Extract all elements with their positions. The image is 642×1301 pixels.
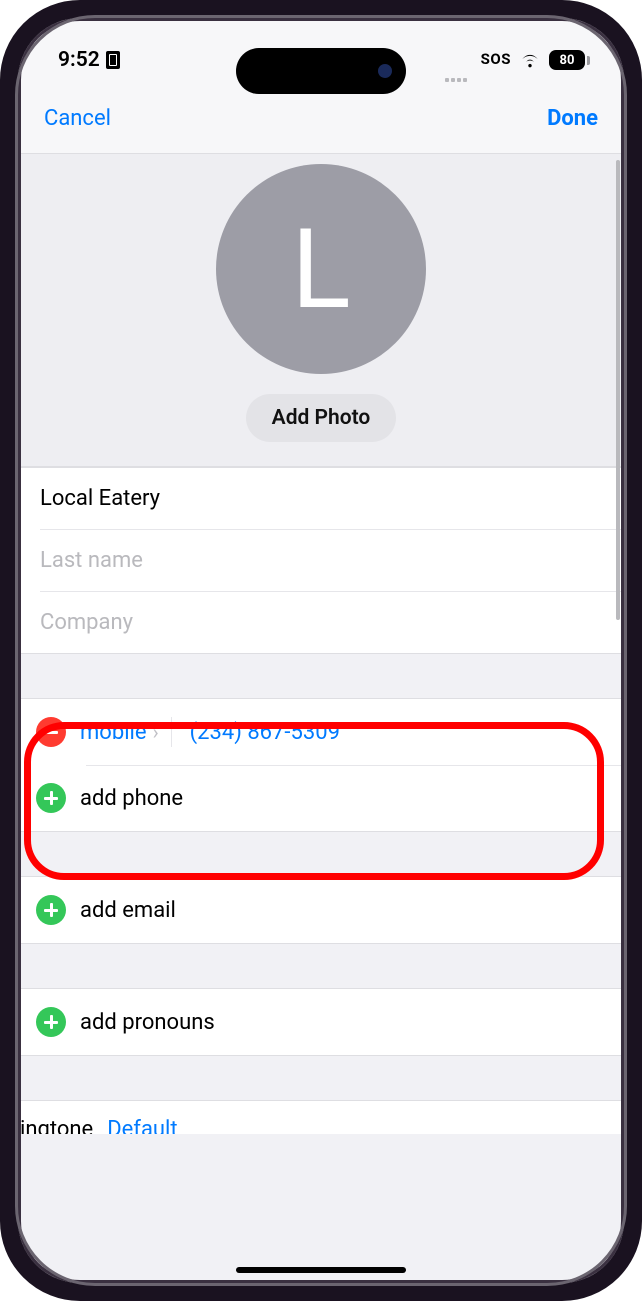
scroll-indicator[interactable] bbox=[616, 160, 620, 620]
screen: 9:52 SOS 80 Cancel Done L bbox=[18, 18, 624, 1283]
remove-icon[interactable] bbox=[36, 717, 66, 747]
battery-level: 80 bbox=[549, 50, 585, 70]
volume-switch bbox=[0, 210, 2, 250]
add-phone-label: add phone bbox=[80, 786, 183, 811]
first-name-field[interactable]: Local Eatery bbox=[18, 468, 624, 529]
phone-section: mobile › (234) 867-5309 add phone bbox=[18, 698, 624, 832]
phone-label-button[interactable]: mobile › bbox=[80, 717, 172, 747]
pronouns-section: add pronouns bbox=[18, 988, 624, 1056]
company-field[interactable]: Company bbox=[40, 591, 624, 653]
nav-bar: Cancel Done bbox=[18, 88, 624, 154]
done-button[interactable]: Done bbox=[547, 106, 598, 131]
email-section: add email bbox=[18, 876, 624, 944]
volume-down bbox=[0, 385, 2, 460]
phone-row[interactable]: mobile › (234) 867-5309 bbox=[18, 699, 624, 765]
wifi-icon bbox=[519, 49, 541, 71]
ringtone-label: ingtone bbox=[20, 1117, 93, 1134]
cellular-dots-icon bbox=[445, 78, 475, 82]
add-email-row[interactable]: add email bbox=[18, 877, 624, 943]
add-pronouns-label: add pronouns bbox=[80, 1010, 215, 1035]
volume-up bbox=[0, 285, 2, 360]
avatar-section: L Add Photo bbox=[18, 154, 624, 467]
phone-number-field[interactable]: (234) 867-5309 bbox=[186, 720, 340, 745]
dynamic-island bbox=[236, 48, 406, 94]
add-phone-row[interactable]: add phone bbox=[18, 765, 624, 831]
add-icon[interactable] bbox=[36, 895, 66, 925]
last-name-field[interactable]: Last name bbox=[40, 529, 624, 591]
home-indicator[interactable] bbox=[236, 1267, 406, 1273]
battery-icon: 80 bbox=[549, 50, 590, 70]
cancel-button[interactable]: Cancel bbox=[44, 106, 111, 131]
chevron-right-icon: › bbox=[153, 720, 159, 744]
spacer bbox=[18, 944, 624, 988]
avatar-initial: L bbox=[291, 205, 350, 334]
phone-label: mobile bbox=[80, 720, 147, 745]
add-icon[interactable] bbox=[36, 1007, 66, 1037]
sos-indicator: SOS bbox=[481, 50, 511, 68]
add-email-label: add email bbox=[80, 898, 176, 923]
add-photo-button[interactable]: Add Photo bbox=[246, 394, 397, 442]
ringtone-value: Default bbox=[107, 1117, 177, 1134]
spacer bbox=[18, 1056, 624, 1100]
contact-avatar[interactable]: L bbox=[216, 164, 426, 374]
add-pronouns-row[interactable]: add pronouns bbox=[18, 989, 624, 1055]
sim-icon bbox=[106, 51, 120, 69]
status-time: 9:52 bbox=[58, 48, 100, 72]
name-field-group: Local Eatery Last name Company bbox=[18, 467, 624, 654]
spacer bbox=[18, 654, 624, 698]
ringtone-row[interactable]: ingtone Default bbox=[18, 1100, 624, 1134]
spacer bbox=[18, 832, 624, 876]
add-icon[interactable] bbox=[36, 783, 66, 813]
content-area: L Add Photo Local Eatery Last name Compa… bbox=[18, 154, 624, 1281]
